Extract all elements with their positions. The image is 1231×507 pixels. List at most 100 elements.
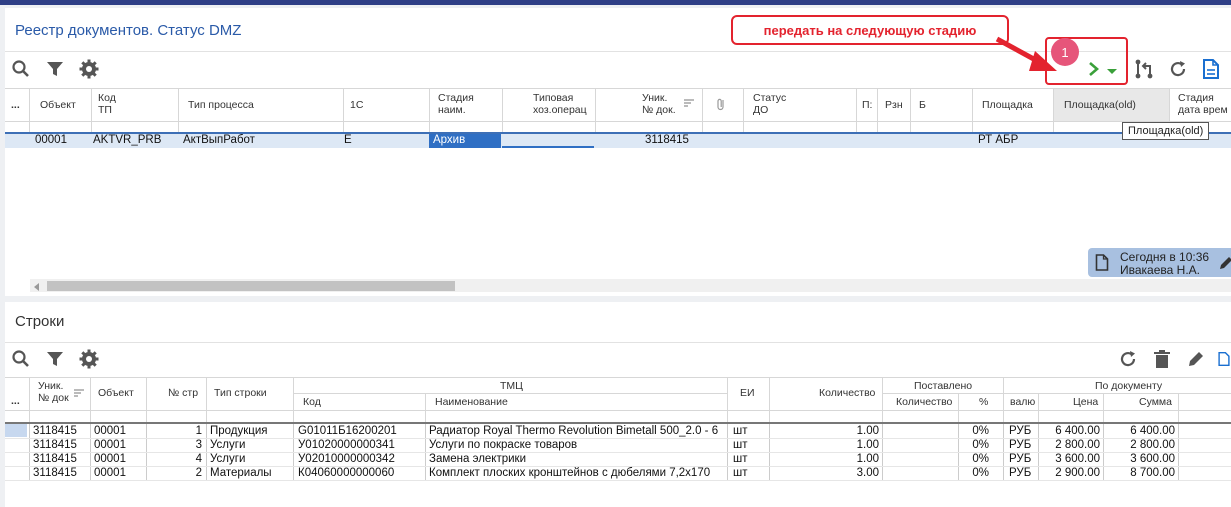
- search-icon[interactable]: [10, 348, 32, 370]
- registry-row[interactable]: 00001 AKTVR_PRB АктВыпРабот Е Архив 3118…: [5, 134, 1231, 148]
- cell-pct: 0%: [972, 439, 989, 451]
- col-status-1[interactable]: Статус: [753, 92, 786, 104]
- filter-icon[interactable]: [44, 348, 66, 370]
- divider: [5, 342, 1231, 343]
- cell-qty: 1.00: [856, 439, 879, 451]
- col-qty[interactable]: Количество: [819, 387, 875, 399]
- row-site: РТ АБР: [978, 134, 1019, 146]
- col-site[interactable]: Площадка: [982, 99, 1033, 111]
- col-status-2[interactable]: ДО: [753, 104, 768, 116]
- route-icon[interactable]: [1133, 58, 1155, 80]
- col-b[interactable]: Б: [919, 99, 926, 111]
- col-rzn[interactable]: Рзн: [885, 99, 903, 111]
- col-stage-date-2[interactable]: дата врем: [1178, 104, 1228, 116]
- cell-pct: 0%: [972, 467, 989, 479]
- filter-icon[interactable]: [44, 58, 66, 80]
- cell-object: 00001: [94, 467, 126, 479]
- col-typical-1[interactable]: Типовая: [533, 92, 573, 104]
- col-stage-date-1[interactable]: Стадия: [1178, 92, 1214, 104]
- col-price[interactable]: Цена: [1073, 396, 1098, 408]
- chevron-down-icon[interactable]: [1104, 60, 1120, 82]
- refresh-icon[interactable]: [1167, 58, 1189, 80]
- col-typical-2[interactable]: хоз.операц: [533, 104, 587, 116]
- col-unik-2[interactable]: № док: [38, 392, 69, 404]
- table-row[interactable]: 3118415 00001 2 Материалы К04060000000060 Ком…: [5, 466, 1231, 481]
- table-row[interactable]: 3118415 00001 4 Услуги У02010000000342 Замена…: [5, 452, 1231, 467]
- cell-type: Услуги: [210, 453, 246, 465]
- col-process-type[interactable]: Тип процесса: [188, 99, 254, 111]
- col-unik-1[interactable]: Уник.: [642, 92, 667, 104]
- col-del-qty[interactable]: Количество: [896, 396, 952, 408]
- paperclip-icon[interactable]: [715, 97, 727, 114]
- col-object[interactable]: Объект: [40, 99, 76, 111]
- cell-cur: РУБ: [1009, 467, 1032, 479]
- col-name[interactable]: Наименование: [435, 396, 508, 408]
- col-code[interactable]: Код: [303, 396, 321, 408]
- row-1c: Е: [344, 134, 352, 146]
- note-time: Сегодня в 10:36: [1120, 250, 1210, 264]
- col-by-doc[interactable]: По документу: [1095, 380, 1162, 392]
- cell-sum: 8 700.00: [1130, 467, 1175, 479]
- gear-icon[interactable]: [78, 58, 100, 80]
- gear-icon[interactable]: [78, 348, 100, 370]
- col-num[interactable]: № стр: [168, 387, 198, 399]
- document-icon[interactable]: [1217, 348, 1231, 370]
- tooltip: Площадка(old): [1122, 122, 1210, 140]
- cell-name: Замена электрики: [429, 453, 527, 465]
- next-stage-icon[interactable]: [1083, 58, 1105, 80]
- col-ei[interactable]: ЕИ: [740, 387, 755, 399]
- col-1c[interactable]: 1С: [350, 99, 363, 111]
- edit-icon[interactable]: [1185, 348, 1207, 370]
- col-p[interactable]: П:: [862, 99, 872, 111]
- pencil-icon[interactable]: [1218, 255, 1231, 274]
- col-kod-tp-2[interactable]: ТП: [98, 104, 112, 116]
- cell-num: 3: [195, 439, 202, 451]
- registry-filter-row[interactable]: [5, 121, 1231, 134]
- sort-icon[interactable]: [683, 97, 695, 112]
- table-row[interactable]: 3118415 00001 3 Услуги У01020000000341 Услуги…: [5, 438, 1231, 453]
- col-dots[interactable]: ...: [11, 99, 20, 111]
- cell-name: Радиатор Royal Thermo Revolution Bimetal…: [429, 425, 719, 437]
- cell-pct: 0%: [972, 453, 989, 465]
- col-delivered[interactable]: Поставлено: [914, 380, 972, 392]
- col-line-type[interactable]: Тип строки: [214, 387, 267, 399]
- cell-qty: 3.00: [856, 467, 879, 479]
- col-dots[interactable]: ...: [11, 395, 20, 407]
- col-del-pct[interactable]: %: [979, 396, 988, 408]
- table-row[interactable]: 3118415 00001 1 Продукция G01011Б16200201 Рад…: [5, 424, 1231, 439]
- trash-icon[interactable]: [1151, 348, 1173, 370]
- col-kod-tp-1[interactable]: Код: [98, 92, 116, 104]
- cell-ei: шт: [733, 439, 748, 451]
- lines-filter-row[interactable]: [5, 410, 1231, 424]
- scroll-left-arrow[interactable]: [34, 282, 40, 294]
- cell-price: 2 800.00: [1055, 439, 1100, 451]
- col-unik-2[interactable]: № док.: [642, 104, 676, 116]
- tmc-sub-divider: [293, 393, 727, 394]
- row-kod-tp: AKTVR_PRB: [93, 134, 162, 146]
- col-tmc[interactable]: ТМЦ: [500, 380, 523, 392]
- lines-rows: 3118415 00001 1 Продукция G01011Б16200201 Рад…: [5, 424, 1231, 481]
- refresh-icon[interactable]: [1117, 348, 1139, 370]
- scrollbar-thumb[interactable]: [47, 281, 455, 291]
- cell-qty: 1.00: [856, 425, 879, 437]
- cell-sum: 2 800.00: [1130, 439, 1175, 451]
- col-unik-1[interactable]: Уник.: [38, 380, 63, 392]
- col-object[interactable]: Объект: [98, 387, 134, 399]
- col-site-old[interactable]: Площадка(old): [1064, 99, 1136, 111]
- sort-icon[interactable]: [73, 387, 85, 402]
- annotation-text: передать на следующую стадию: [763, 22, 977, 38]
- document-icon[interactable]: [1200, 58, 1222, 80]
- col-stage-2[interactable]: наим.: [438, 104, 466, 116]
- search-icon[interactable]: [10, 58, 32, 80]
- col-sum[interactable]: Сумма: [1139, 396, 1172, 408]
- annotation-number-badge: 1: [1051, 38, 1079, 66]
- cell-sum: 6 400.00: [1130, 425, 1175, 437]
- note-badge[interactable]: Сегодня в 10:36 Ивакаева Н.А.: [1088, 248, 1231, 277]
- col-currency[interactable]: валю: [1010, 396, 1035, 408]
- delivered-sub-divider: [882, 393, 1003, 394]
- cell-ei: шт: [733, 425, 748, 437]
- cell-type: Услуги: [210, 439, 246, 451]
- cell-sum: 3 600.00: [1130, 453, 1175, 465]
- horizontal-scrollbar[interactable]: [30, 279, 1231, 292]
- col-stage-1[interactable]: Стадия: [438, 92, 474, 104]
